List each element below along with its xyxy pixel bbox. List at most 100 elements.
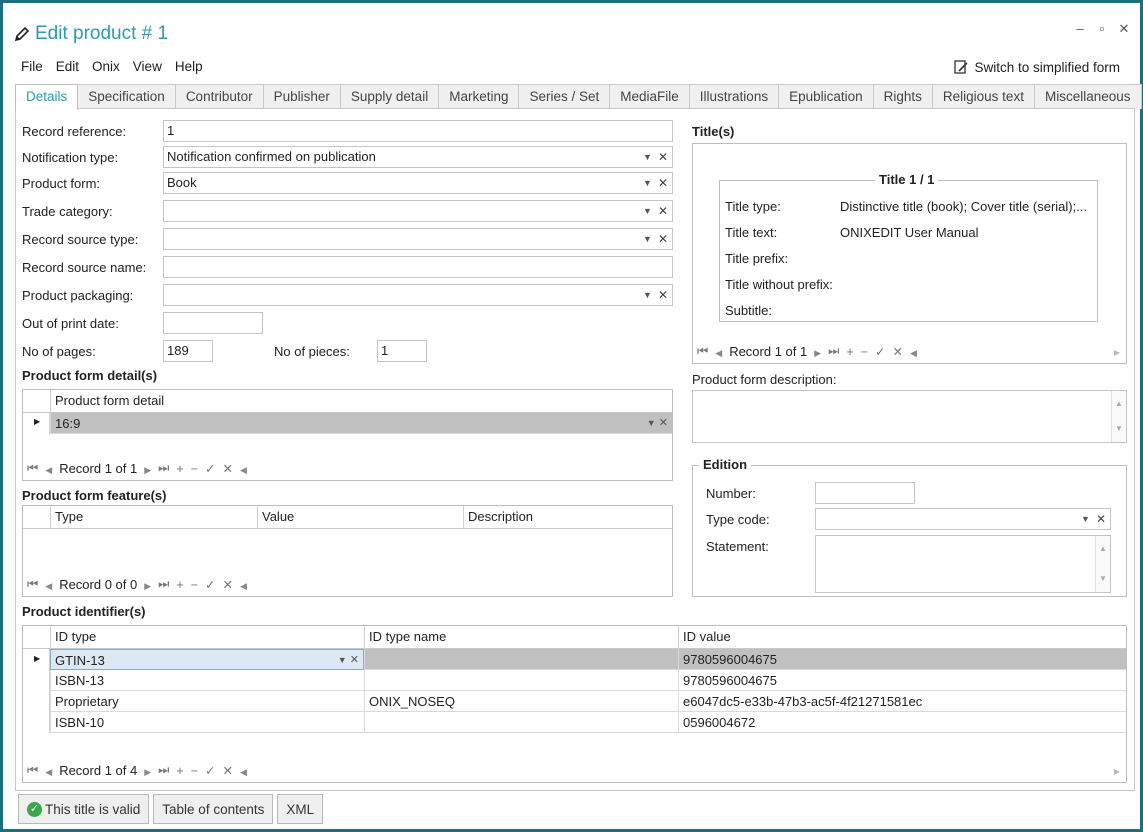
scroll-left-icon[interactable]: ◀ (240, 764, 247, 778)
clear-icon[interactable]: ✕ (659, 417, 668, 429)
column-type[interactable]: Type (50, 506, 257, 529)
tab-marketing[interactable]: Marketing (438, 84, 520, 109)
first-record-icon[interactable]: ⏮ (27, 577, 38, 592)
dropdown-arrow-icon[interactable]: ▼ (643, 147, 652, 167)
last-record-icon[interactable]: ⏭ (828, 344, 839, 359)
tab-miscellaneous[interactable]: Miscellaneous (1033, 84, 1142, 109)
tab-publisher[interactable]: Publisher (262, 84, 341, 109)
column-product-form-detail[interactable]: Product form detail (50, 390, 672, 413)
confirm-record-icon[interactable]: ✓ (875, 344, 885, 359)
add-record-icon[interactable]: + (176, 578, 183, 592)
table-cell[interactable]: 9780596004675 (678, 670, 1126, 691)
table-row[interactable]: 16:9 ▼ ✕ (50, 413, 672, 434)
scroll-up-icon[interactable]: ▲ (1115, 394, 1123, 414)
last-record-icon[interactable]: ⏭ (158, 461, 169, 476)
first-record-icon[interactable]: ⏮ (27, 763, 38, 778)
edition-type-code-select[interactable]: ▼ ✕ (815, 508, 1111, 530)
edition-statement-textarea[interactable]: ▲ ▼ (815, 535, 1111, 593)
record-source-name-input[interactable] (163, 256, 673, 278)
table-cell[interactable] (364, 712, 678, 733)
scroll-left-icon[interactable]: ◀ (910, 345, 917, 359)
title-text-value[interactable]: ONIXEDIT User Manual (840, 225, 978, 240)
dropdown-arrow-icon[interactable]: ▼ (643, 229, 652, 249)
remove-record-icon[interactable]: − (861, 345, 868, 359)
minimize-button[interactable]: – (1074, 21, 1086, 37)
xml-button[interactable]: XML (277, 794, 324, 824)
product-form-select[interactable]: Book ▼ ✕ (163, 172, 673, 194)
table-cell[interactable]: Proprietary (50, 691, 364, 712)
dropdown-arrow-icon[interactable]: ▼ (643, 173, 652, 193)
column-id-type[interactable]: ID type (50, 626, 364, 649)
vertical-scrollbar[interactable]: ▲ ▼ (1095, 536, 1110, 592)
dropdown-arrow-icon[interactable]: ▼ (338, 655, 347, 665)
next-record-icon[interactable]: ▶ (814, 345, 821, 359)
confirm-record-icon[interactable]: ✓ (205, 763, 215, 778)
tab-supply-detail[interactable]: Supply detail (339, 84, 440, 109)
no-of-pieces-input[interactable]: 1 (377, 340, 427, 362)
next-record-icon[interactable]: ▶ (144, 462, 151, 476)
notification-type-select[interactable]: Notification confirmed on publication ▼ ✕ (163, 146, 673, 168)
confirm-record-icon[interactable]: ✓ (205, 461, 215, 476)
tab-contributor[interactable]: Contributor (174, 84, 264, 109)
dropdown-arrow-icon[interactable]: ▼ (643, 285, 652, 305)
menu-onix[interactable]: Onix (92, 59, 129, 74)
add-record-icon[interactable]: + (846, 345, 853, 359)
table-cell[interactable]: ISBN-13 (50, 670, 364, 691)
scroll-left-icon[interactable]: ◀ (240, 462, 247, 476)
title-valid-button[interactable]: ✓ This title is valid (18, 794, 150, 824)
clear-icon[interactable]: ✕ (658, 147, 668, 167)
column-id-type-name[interactable]: ID type name (364, 626, 678, 649)
remove-record-icon[interactable]: − (191, 764, 198, 778)
scroll-right-icon[interactable]: ▶ (1114, 767, 1120, 776)
tab-epublication[interactable]: Epublication (778, 84, 874, 109)
record-source-type-select[interactable]: ▼ ✕ (163, 228, 673, 250)
remove-record-icon[interactable]: − (191, 462, 198, 476)
tab-religious-text[interactable]: Religious text (931, 84, 1035, 109)
table-cell[interactable] (364, 670, 678, 691)
add-record-icon[interactable]: + (176, 462, 183, 476)
title-type-value[interactable]: Distinctive title (book); Cover title (s… (840, 199, 1087, 214)
clear-icon[interactable]: ✕ (658, 285, 668, 305)
no-of-pages-input[interactable]: 189 (163, 340, 213, 362)
scroll-left-icon[interactable]: ◀ (240, 578, 247, 592)
menu-help[interactable]: Help (175, 59, 212, 74)
prev-record-icon[interactable]: ◀ (45, 462, 52, 476)
cancel-record-icon[interactable]: ✕ (223, 461, 233, 476)
table-cell[interactable]: 9780596004675 (678, 649, 1126, 670)
trade-category-select[interactable]: ▼ ✕ (163, 200, 673, 222)
tab-illustrations[interactable]: Illustrations (688, 84, 780, 109)
clear-icon[interactable]: ✕ (1096, 509, 1106, 529)
close-button[interactable]: ✕ (1118, 21, 1130, 37)
menu-view[interactable]: View (133, 59, 171, 74)
switch-simplified-button[interactable]: Switch to simplified form (953, 59, 1120, 75)
table-cell[interactable]: ISBN-10 (50, 712, 364, 733)
column-id-value[interactable]: ID value (678, 626, 1126, 649)
next-record-icon[interactable]: ▶ (144, 764, 151, 778)
row-indicator[interactable]: ▶ (23, 413, 50, 435)
prev-record-icon[interactable]: ◀ (45, 578, 52, 592)
vertical-scrollbar[interactable]: ▲ ▼ (1111, 391, 1126, 442)
remove-record-icon[interactable]: − (191, 578, 198, 592)
last-record-icon[interactable]: ⏭ (158, 577, 169, 592)
next-record-icon[interactable]: ▶ (144, 578, 151, 592)
table-cell[interactable] (364, 649, 678, 670)
menu-edit[interactable]: Edit (56, 59, 88, 74)
clear-icon[interactable]: ✕ (658, 201, 668, 221)
last-record-icon[interactable]: ⏭ (158, 763, 169, 778)
prev-record-icon[interactable]: ◀ (45, 764, 52, 778)
tab-details[interactable]: Details (15, 84, 79, 110)
tab-mediafile[interactable]: MediaFile (609, 84, 690, 109)
id-type-cell-editing[interactable]: GTIN-13 ▼ ✕ (50, 649, 364, 670)
prev-record-icon[interactable]: ◀ (715, 345, 722, 359)
clear-icon[interactable]: ✕ (350, 654, 359, 666)
add-record-icon[interactable]: + (176, 764, 183, 778)
first-record-icon[interactable]: ⏮ (27, 461, 38, 476)
first-record-icon[interactable]: ⏮ (697, 344, 708, 359)
tab-rights[interactable]: Rights (872, 84, 933, 109)
clear-icon[interactable]: ✕ (658, 173, 668, 193)
confirm-record-icon[interactable]: ✓ (205, 577, 215, 592)
clear-icon[interactable]: ✕ (658, 229, 668, 249)
cancel-record-icon[interactable]: ✕ (223, 763, 233, 778)
column-value[interactable]: Value (257, 506, 463, 529)
cancel-record-icon[interactable]: ✕ (223, 577, 233, 592)
